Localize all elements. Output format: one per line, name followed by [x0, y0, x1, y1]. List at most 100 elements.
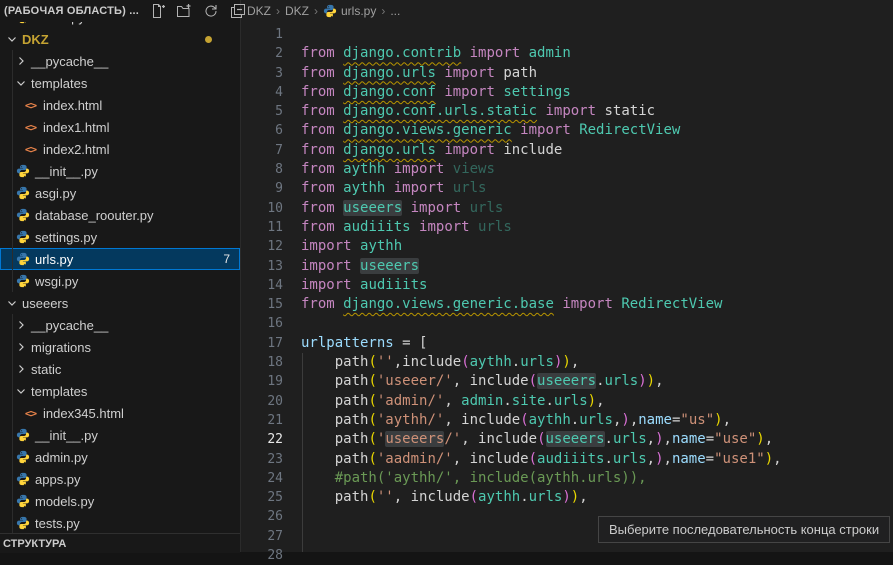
tree-item-wsgi-py[interactable]: wsgi.py: [0, 270, 240, 292]
tree-item-label: settings.py: [35, 230, 97, 245]
tree-item-admin-py[interactable]: admin.py: [0, 446, 240, 468]
python-file-icon: [15, 208, 30, 223]
tree-item-urls-py[interactable]: urls.py7: [0, 248, 240, 270]
code-line[interactable]: 18 path('',include(aythh.urls)),: [241, 353, 893, 372]
html-file-icon: <>: [23, 98, 38, 113]
tree-item-label: useeers: [22, 296, 68, 311]
tree-item-migrations[interactable]: migrations: [0, 336, 240, 358]
code-line[interactable]: 21 path('aythh/', include(aythh.urls,),n…: [241, 411, 893, 430]
line-number: 18: [241, 353, 283, 372]
tree-item-useeers[interactable]: useeers: [0, 292, 240, 314]
code-line[interactable]: 1: [241, 25, 893, 44]
code-line[interactable]: 25 path('', include(aythh.urls)),: [241, 488, 893, 507]
line-number: 17: [241, 334, 283, 353]
line-number: 8: [241, 160, 283, 179]
tree-item-index345-html[interactable]: <>index345.html: [0, 402, 240, 424]
python-file-icon: [15, 186, 30, 201]
code-lines[interactable]: 12 from django.contrib import admin3from …: [241, 25, 893, 565]
tree-item-index1-html[interactable]: <>index1.html: [0, 116, 240, 138]
code-line[interactable]: 8from aythh import views: [241, 160, 893, 179]
line-number: 2: [241, 44, 283, 63]
tree-item-tests-py[interactable]: tests.py: [0, 512, 240, 534]
new-folder-icon[interactable]: [176, 3, 192, 19]
tree-item-dkz[interactable]: DKZ: [0, 28, 240, 50]
line-number: 13: [241, 257, 283, 276]
breadcrumb-segment[interactable]: urls.py: [323, 4, 376, 18]
breadcrumb-segment[interactable]: DKZ: [285, 4, 309, 18]
code-line[interactable]: 17 urlpatterns = [: [241, 334, 893, 353]
breadcrumb-separator: ›: [314, 4, 318, 18]
python-file-icon: [15, 494, 30, 509]
line-number: 12: [241, 237, 283, 256]
line-number: 14: [241, 276, 283, 295]
code-text: from django.views.generic.base import Re…: [301, 295, 722, 314]
outline-section-header[interactable]: СТРУКТУРА: [0, 533, 240, 553]
code-text: path('useeers/', include(useeers.urls,),…: [301, 430, 773, 449]
tree-item-templates[interactable]: templates: [0, 380, 240, 402]
code-line[interactable]: 2 from django.contrib import admin: [241, 44, 893, 63]
code-line[interactable]: 22 path('useeers/', include(useeers.urls…: [241, 430, 893, 449]
code-text: import useeers: [301, 257, 419, 276]
code-line[interactable]: 7from django.urls import include: [241, 141, 893, 160]
python-file-icon: [15, 274, 30, 289]
code-text: urlpatterns = [: [301, 334, 427, 353]
tree-item-apps-py[interactable]: apps.py: [0, 468, 240, 490]
line-number: 24: [241, 469, 283, 488]
tree-item--init-py[interactable]: __init__.py: [0, 424, 240, 446]
code-line[interactable]: 15from django.views.generic.base import …: [241, 295, 893, 314]
line-number: 6: [241, 121, 283, 140]
breadcrumb-label: DKZ: [285, 4, 309, 18]
code-line[interactable]: 3from django.urls import path: [241, 64, 893, 83]
code-text: from django.contrib import admin: [301, 44, 571, 63]
tree-item--pycache-[interactable]: __pycache__: [0, 314, 240, 336]
collapse-all-icon[interactable]: [230, 3, 246, 19]
code-text: path('aadmin/', include(audiiits.urls,),…: [301, 450, 782, 469]
code-text: from aythh import urls: [301, 179, 486, 198]
tree-item-models-py[interactable]: models.py: [0, 490, 240, 512]
code-line[interactable]: 14 import audiiits: [241, 276, 893, 295]
tree-item-index2-html[interactable]: <>index2.html: [0, 138, 240, 160]
new-file-icon[interactable]: [149, 3, 165, 19]
code-line[interactable]: 6from django.views.generic import Redire…: [241, 121, 893, 140]
code-text: import audiiits: [301, 276, 427, 295]
tree-item-templates[interactable]: templates: [0, 72, 240, 94]
code-line[interactable]: 9from aythh import urls: [241, 179, 893, 198]
code-line[interactable]: 12import aythh: [241, 237, 893, 256]
code-line[interactable]: 24 #path('aythh/', include(aythh.urls)),: [241, 469, 893, 488]
tree-item-database-roouter-py[interactable]: database_roouter.py: [0, 204, 240, 226]
code-line[interactable]: 19 path('useeer/', include(useeers.urls)…: [241, 372, 893, 391]
line-number: 16: [241, 314, 283, 333]
code-line[interactable]: 28: [241, 546, 893, 565]
tree-item-static[interactable]: static: [0, 358, 240, 380]
tree-item-settings-py[interactable]: settings.py: [0, 226, 240, 248]
tree-item--init-py[interactable]: __init__.py: [0, 160, 240, 182]
code-text: #path('aythh/', include(aythh.urls)),: [301, 469, 647, 488]
tree-item-index-html[interactable]: <>index.html: [0, 94, 240, 116]
code-text: path('useeer/', include(useeers.urls)),: [301, 372, 664, 391]
code-line[interactable]: 4from django.conf import settings: [241, 83, 893, 102]
breadcrumb-segment[interactable]: DKZ: [247, 4, 271, 18]
tree-item-label: migrations: [31, 340, 91, 355]
chevron-down-icon: [15, 77, 27, 89]
tree-item-asgi-py[interactable]: asgi.py: [0, 182, 240, 204]
tree-item-label: tests.py: [35, 516, 80, 531]
refresh-icon[interactable]: [203, 3, 219, 19]
eol-sequence-tooltip: Выберите последовательность конца строки: [598, 516, 890, 543]
breadcrumb-segment[interactable]: ...: [390, 4, 400, 18]
code-line[interactable]: 23 path('aadmin/', include(audiiits.urls…: [241, 450, 893, 469]
python-file-icon: [15, 164, 30, 179]
code-line[interactable]: 5from django.conf.urls.static import sta…: [241, 102, 893, 121]
code-line[interactable]: 11from audiiits import urls: [241, 218, 893, 237]
code-line[interactable]: 13 import useeers: [241, 257, 893, 276]
code-line[interactable]: 20 path('admin/', admin.site.urls),: [241, 392, 893, 411]
code-line[interactable]: 10from useeers import urls: [241, 199, 893, 218]
html-file-icon: <>: [23, 406, 38, 421]
tree-indent-guide: [12, 50, 13, 292]
tree-item-label: templates: [31, 76, 87, 91]
code-text: from django.conf.urls.static import stat…: [301, 102, 655, 121]
tree-item-label: templates: [31, 384, 87, 399]
tree-item--pycache-[interactable]: __pycache__: [0, 50, 240, 72]
editor-pane[interactable]: DKZ›DKZ›urls.py›... 12from django.contri…: [241, 0, 893, 552]
code-line[interactable]: 16: [241, 314, 893, 333]
line-number: 20: [241, 392, 283, 411]
